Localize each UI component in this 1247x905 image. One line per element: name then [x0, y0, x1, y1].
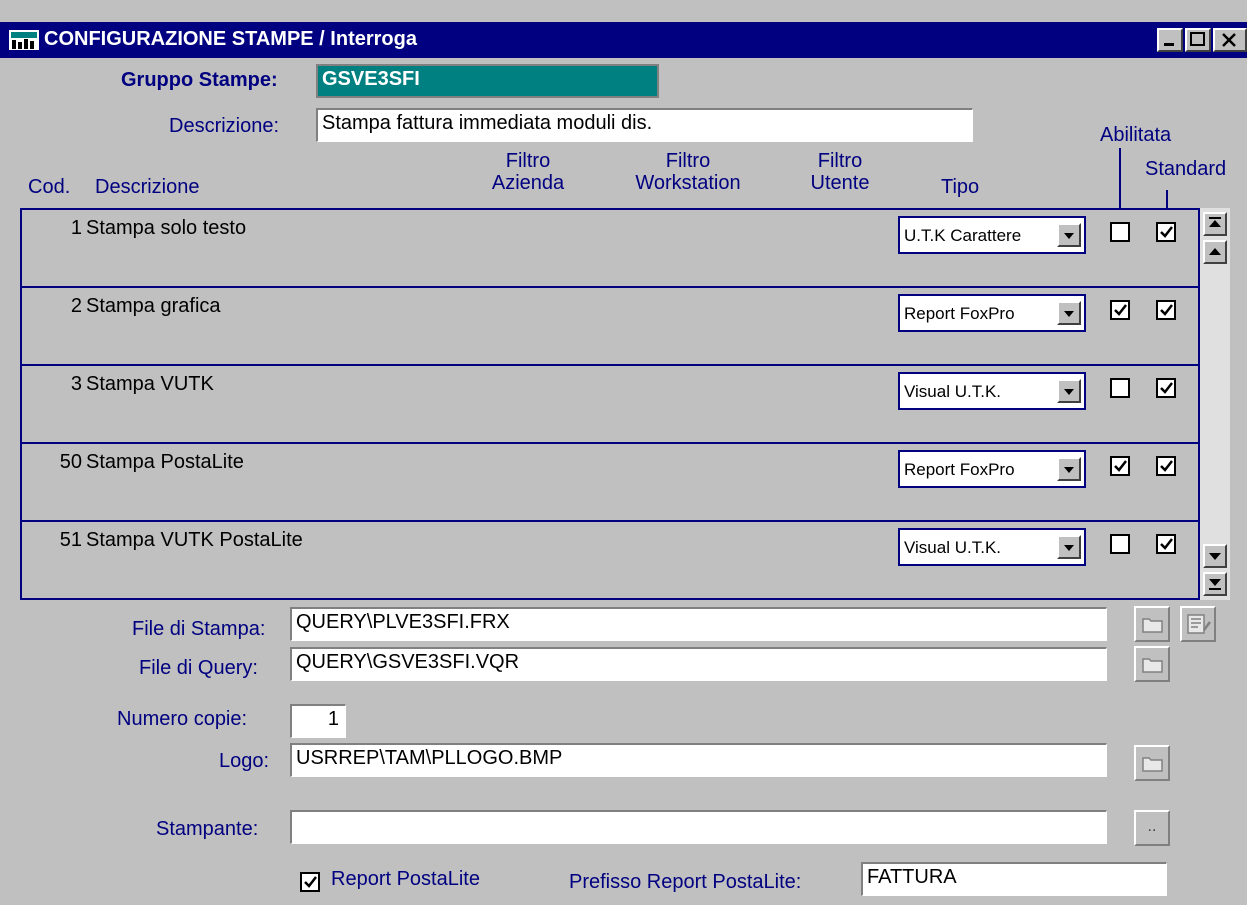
prefisso-field[interactable]: FATTURA [861, 862, 1167, 896]
col-header-standard: Standard [1145, 158, 1227, 180]
table-row[interactable]: 50 Stampa PostaLite Report FoxPro [22, 444, 1198, 522]
numero-copie-field[interactable]: 1 [290, 704, 346, 738]
folder-icon[interactable] [1134, 745, 1170, 781]
col-header-filtro-azienda-line1: Filtro [505, 150, 551, 172]
abilitata-checkbox[interactable] [1110, 222, 1130, 242]
chevron-down-icon[interactable] [1057, 535, 1081, 559]
logo-label: Logo: [219, 750, 270, 772]
col-header-filtro-utente-line1: Filtro [817, 150, 863, 172]
tipo-select-value: Visual U.T.K. [904, 538, 1002, 557]
col-header-filtro-workstation-line2: Workstation [635, 172, 741, 194]
window-title: CONFIGURAZIONE STAMPE / Interroga [44, 28, 417, 50]
row-code: 50 [59, 451, 82, 473]
app-icon [9, 28, 39, 52]
grid-scrollbar[interactable] [1200, 208, 1230, 600]
scroll-up-button[interactable] [1203, 240, 1227, 264]
chevron-down-icon[interactable] [1057, 223, 1081, 247]
descrizione-label: Descrizione: [169, 115, 280, 137]
abilitata-checkbox[interactable] [1110, 378, 1130, 398]
table-row[interactable]: 1 Stampa solo testo U.T.K Carattere [22, 210, 1198, 288]
standard-checkbox[interactable] [1156, 300, 1176, 320]
row-desc: Stampa PostaLite [86, 451, 244, 473]
report-postalite-checkbox[interactable] [300, 872, 320, 892]
tipo-select-value: Visual U.T.K. [904, 382, 1002, 401]
col-header-filtro-workstation: Filtro Workstation [618, 150, 758, 194]
stampante-field[interactable] [290, 810, 1107, 844]
col-header-filtro-azienda: Filtro Azienda [473, 150, 583, 194]
standard-checkbox[interactable] [1156, 456, 1176, 476]
row-desc: Stampa grafica [86, 295, 221, 317]
file-query-field[interactable]: QUERY\GSVE3SFI.VQR [290, 647, 1107, 681]
title-bar: CONFIGURAZIONE STAMPE / Interroga [0, 22, 1247, 58]
descrizione-field[interactable]: Stampa fattura immediata moduli dis. [316, 108, 973, 142]
col-header-tipo: Tipo [941, 176, 980, 198]
row-code: 51 [59, 529, 82, 551]
col-header-abilitata: Abilitata [1100, 124, 1172, 146]
edit-report-icon[interactable] [1180, 606, 1216, 642]
tipo-select-value: U.T.K Carattere [904, 226, 1022, 245]
tipo-select[interactable]: U.T.K Carattere [898, 216, 1086, 254]
abilitata-checkbox[interactable] [1110, 534, 1130, 554]
col-header-filtro-azienda-line2: Azienda [491, 172, 565, 194]
row-code: 3 [70, 373, 82, 395]
abilitata-leader-line [1119, 148, 1121, 208]
scroll-down-button[interactable] [1203, 544, 1227, 568]
standard-leader-line [1166, 190, 1168, 208]
gruppo-stampe-field[interactable]: GSVE3SFI [316, 64, 659, 98]
chevron-down-icon[interactable] [1057, 457, 1081, 481]
abilitata-checkbox[interactable] [1110, 456, 1130, 476]
col-header-cod: Cod. [28, 176, 71, 198]
gruppo-stampe-label: Gruppo Stampe: [121, 69, 278, 91]
folder-icon[interactable] [1134, 606, 1170, 642]
printer-browse-button[interactable]: .. [1134, 810, 1170, 846]
row-code: 1 [70, 217, 82, 239]
chevron-down-icon[interactable] [1057, 301, 1081, 325]
standard-checkbox[interactable] [1156, 378, 1176, 398]
row-desc: Stampa VUTK [86, 373, 214, 395]
close-button[interactable] [1213, 28, 1247, 52]
table-row[interactable]: 2 Stampa grafica Report FoxPro [22, 288, 1198, 366]
tipo-select[interactable]: Visual U.T.K. [898, 528, 1086, 566]
tipo-select-value: Report FoxPro [904, 304, 1015, 323]
abilitata-checkbox[interactable] [1110, 300, 1130, 320]
report-postalite-label: Report PostaLite [331, 868, 480, 890]
standard-checkbox[interactable] [1156, 222, 1176, 242]
table-row[interactable]: 3 Stampa VUTK Visual U.T.K. [22, 366, 1198, 444]
row-desc: Stampa solo testo [86, 217, 247, 239]
row-desc: Stampa VUTK PostaLite [86, 529, 303, 551]
file-query-label: File di Query: [139, 657, 258, 679]
scroll-bottom-button[interactable] [1203, 572, 1227, 596]
chevron-down-icon[interactable] [1057, 379, 1081, 403]
tipo-select[interactable]: Report FoxPro [898, 294, 1086, 332]
scroll-top-button[interactable] [1203, 212, 1227, 236]
standard-checkbox[interactable] [1156, 534, 1176, 554]
tipo-select[interactable]: Report FoxPro [898, 450, 1086, 488]
tipo-select[interactable]: Visual U.T.K. [898, 372, 1086, 410]
numero-copie-label: Numero copie: [117, 708, 248, 730]
maximize-button[interactable] [1185, 28, 1211, 52]
prefisso-label: Prefisso Report PostaLite: [569, 871, 802, 893]
file-stampa-label: File di Stampa: [132, 618, 266, 640]
col-header-filtro-utente: Filtro Utente [800, 150, 880, 194]
stampante-label: Stampante: [156, 818, 259, 840]
row-code: 2 [70, 295, 82, 317]
col-header-descrizione: Descrizione [95, 176, 200, 198]
table-row[interactable]: 51 Stampa VUTK PostaLite Visual U.T.K. [22, 522, 1198, 598]
minimize-button[interactable] [1157, 28, 1183, 52]
col-header-filtro-workstation-line1: Filtro [665, 150, 711, 172]
file-stampa-field[interactable]: QUERY\PLVE3SFI.FRX [290, 607, 1107, 641]
folder-icon[interactable] [1134, 646, 1170, 682]
logo-field[interactable]: USRREP\TAM\PLLOGO.BMP [290, 743, 1107, 777]
col-header-filtro-utente-line2: Utente [810, 172, 870, 194]
tipo-select-value: Report FoxPro [904, 460, 1015, 479]
